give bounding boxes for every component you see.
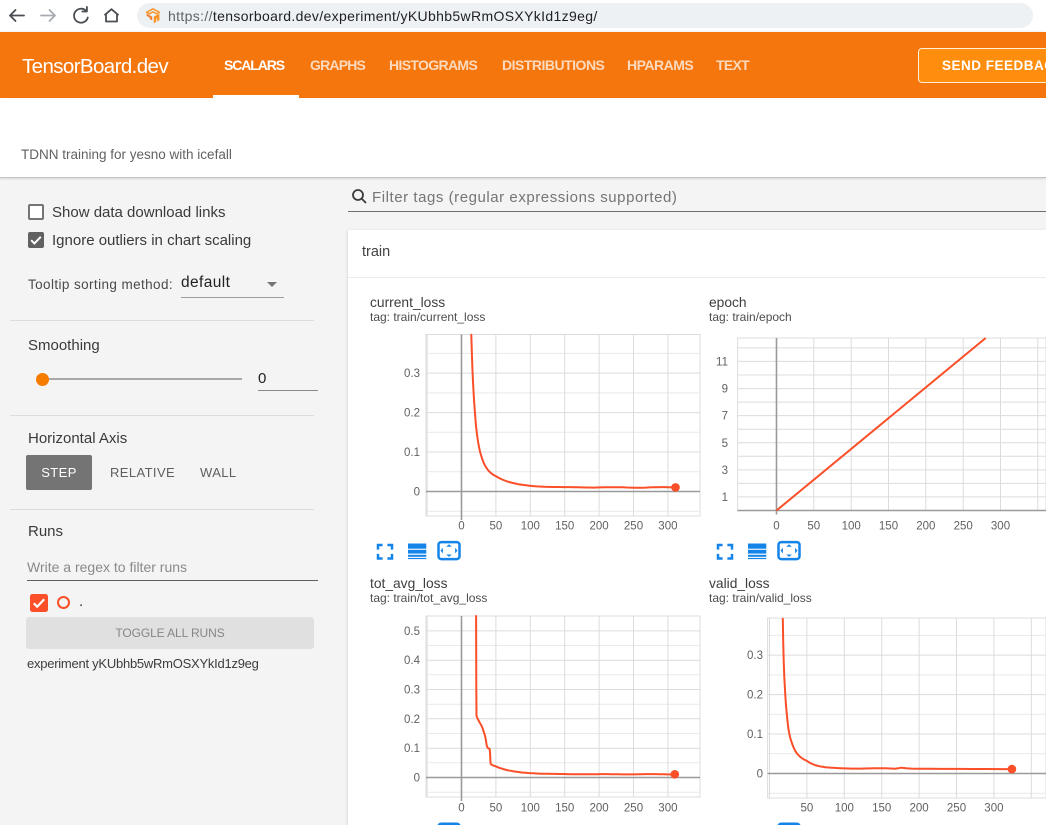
- svg-text:0: 0: [414, 487, 420, 499]
- svg-text:150: 150: [872, 803, 891, 815]
- svg-text:0: 0: [414, 773, 420, 785]
- svg-text:200: 200: [590, 521, 609, 533]
- svg-text:50: 50: [807, 521, 820, 533]
- svg-text:250: 250: [624, 521, 643, 533]
- svg-text:50: 50: [490, 803, 503, 815]
- svg-text:100: 100: [835, 803, 854, 815]
- svg-text:200: 200: [916, 521, 935, 533]
- svg-text:1: 1: [722, 492, 728, 504]
- svg-text:11: 11: [716, 356, 728, 368]
- svg-text:0.4: 0.4: [404, 655, 421, 667]
- svg-text:0.1: 0.1: [404, 447, 420, 459]
- svg-text:0.1: 0.1: [404, 743, 420, 755]
- svg-text:0.3: 0.3: [747, 650, 763, 662]
- svg-text:300: 300: [991, 521, 1010, 533]
- svg-text:5: 5: [722, 438, 728, 450]
- svg-text:0.2: 0.2: [404, 714, 420, 726]
- svg-text:9: 9: [722, 384, 728, 396]
- svg-text:100: 100: [521, 803, 540, 815]
- svg-text:100: 100: [842, 521, 861, 533]
- svg-text:300: 300: [658, 803, 677, 815]
- svg-text:0.5: 0.5: [404, 626, 420, 638]
- svg-text:0.2: 0.2: [404, 408, 420, 420]
- svg-text:7: 7: [722, 411, 728, 423]
- svg-text:100: 100: [521, 521, 540, 533]
- svg-text:250: 250: [624, 803, 643, 815]
- svg-text:0.3: 0.3: [404, 685, 420, 697]
- svg-text:150: 150: [555, 521, 574, 533]
- svg-text:0: 0: [458, 521, 464, 533]
- svg-text:0.3: 0.3: [404, 368, 420, 380]
- svg-text:0.2: 0.2: [747, 690, 763, 702]
- svg-text:300: 300: [658, 521, 677, 533]
- svg-text:200: 200: [910, 803, 929, 815]
- svg-text:0: 0: [757, 769, 763, 781]
- svg-text:3: 3: [722, 465, 728, 477]
- svg-text:250: 250: [947, 803, 966, 815]
- svg-text:0.1: 0.1: [747, 729, 763, 741]
- svg-text:150: 150: [555, 803, 574, 815]
- svg-text:300: 300: [984, 803, 1003, 815]
- svg-text:150: 150: [879, 521, 898, 533]
- svg-text:50: 50: [801, 803, 814, 815]
- svg-text:200: 200: [590, 803, 609, 815]
- svg-text:250: 250: [954, 521, 973, 533]
- svg-text:50: 50: [490, 521, 503, 533]
- svg-text:0: 0: [773, 521, 779, 533]
- svg-text:0: 0: [458, 803, 464, 815]
